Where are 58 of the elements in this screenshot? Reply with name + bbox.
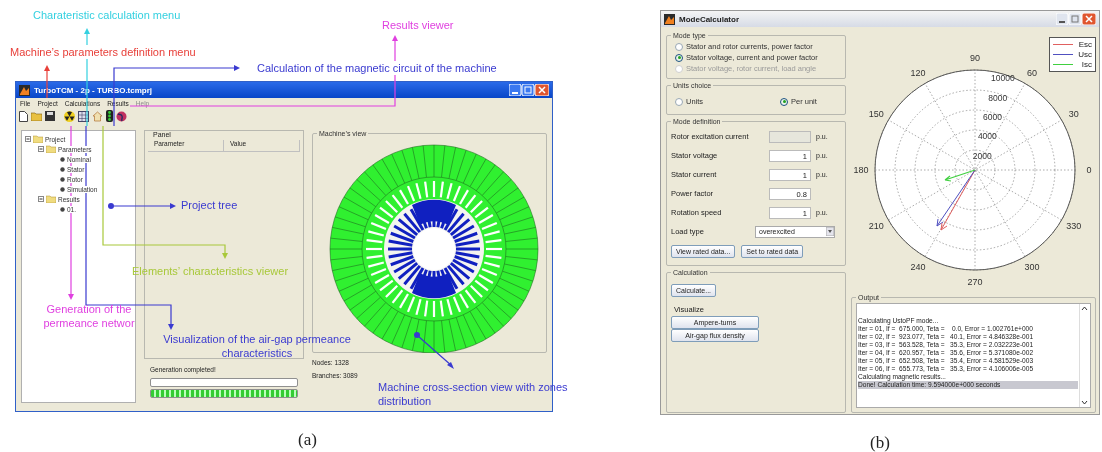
radius-label: 4000	[977, 131, 997, 142]
angle-label: 30	[1068, 109, 1079, 119]
angle-label: 90	[970, 53, 980, 63]
window-title: TurboTCM - 2p - TURBO.tcmprj	[34, 85, 154, 95]
angle-label: 180	[853, 165, 869, 175]
app-icon	[664, 13, 675, 25]
annotation-label: Machine’s parameters definition menu	[10, 45, 196, 60]
annotation-label: Calculation of the magnetic circuit of the machine	[257, 61, 497, 76]
caret-icon	[826, 227, 834, 236]
radio-button[interactable]	[780, 97, 788, 106]
radio-button[interactable]	[675, 97, 683, 106]
radiation-icon[interactable]	[64, 110, 75, 122]
angle-label: 150	[868, 109, 884, 119]
new-file-icon[interactable]	[19, 110, 28, 122]
radius-label: 8000	[988, 92, 1008, 103]
radius-label: 2000	[972, 150, 992, 161]
grid-icon[interactable]	[78, 110, 89, 122]
angle-label: 60	[1027, 68, 1037, 78]
scroll-down-icon[interactable]	[1080, 398, 1089, 407]
save-icon[interactable]	[45, 111, 55, 121]
leaf-dot-icon	[60, 166, 65, 172]
phasor-arrows-drawing	[936, 169, 976, 231]
angle-label: 270	[967, 277, 983, 287]
radius-label: 10000	[991, 73, 1015, 84]
legend-label: Isc	[1080, 60, 1092, 69]
leaf-dot-icon	[60, 156, 65, 162]
annotation-label: Generation of the permeance networ	[42, 302, 136, 331]
app-icon	[19, 84, 30, 96]
annotation-label: Elements’ characteristics viewer	[132, 264, 289, 279]
annotation-label: Visualization of the air-gap permeance characteristics	[162, 332, 352, 360]
leader-arrow	[414, 332, 454, 369]
collapse-icon[interactable]	[38, 196, 44, 202]
collapse-icon[interactable]	[38, 146, 44, 152]
legend-label: Usc	[1077, 50, 1092, 59]
leaf-dot-icon	[60, 176, 65, 182]
window-controls-icon[interactable]	[1056, 13, 1096, 25]
globe-icon[interactable]	[116, 110, 127, 122]
legend-label: Esc	[1077, 40, 1092, 49]
annotation-label: Project tree	[181, 198, 238, 213]
window-title: ModeCalculator	[679, 14, 740, 24]
folder-icon	[46, 195, 56, 203]
scroll-up-icon[interactable]	[1080, 304, 1089, 313]
leaf-dot-icon	[60, 186, 65, 192]
angle-label: 330	[1066, 221, 1082, 231]
angle-label: 300	[1024, 262, 1040, 272]
leaf-dot-icon	[60, 206, 65, 212]
angle-label: 240	[910, 262, 926, 272]
radius-label: 6000	[983, 112, 1002, 123]
angle-label: 0	[1086, 165, 1092, 175]
figure-caption: (a)	[297, 430, 318, 450]
figure-caption: (b)	[869, 433, 891, 452]
traffic-light-icon[interactable]	[106, 110, 113, 122]
window-controls-icon[interactable]	[509, 84, 549, 96]
angle-label: 210	[868, 221, 884, 231]
radio-button[interactable]	[675, 42, 683, 51]
angle-label: 120	[910, 68, 926, 78]
collapse-icon[interactable]	[25, 136, 31, 142]
radio-button[interactable]	[675, 53, 683, 62]
